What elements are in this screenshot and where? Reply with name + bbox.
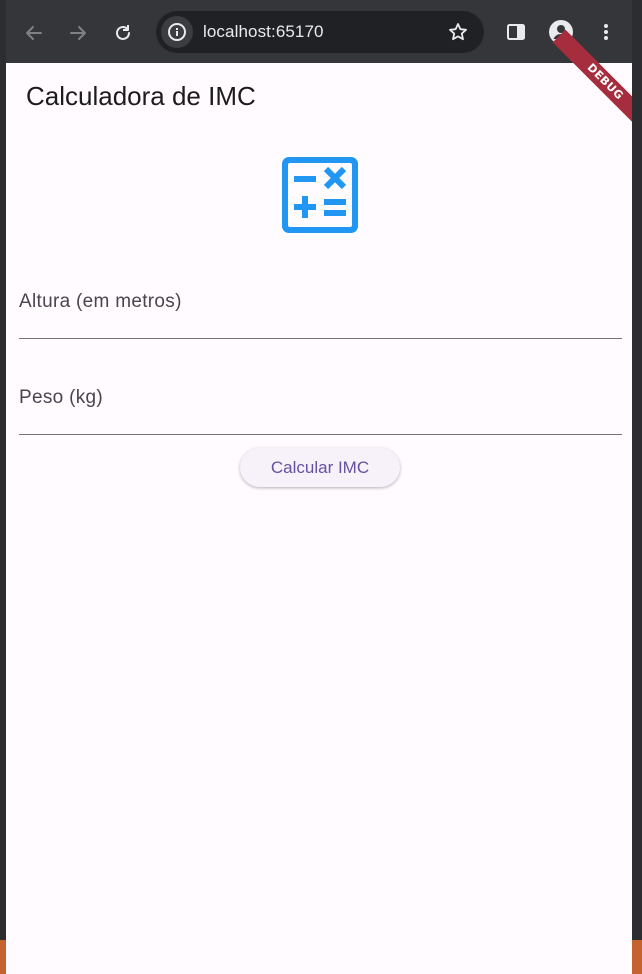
- reload-button[interactable]: [107, 17, 139, 49]
- background-status-bar-right: [632, 940, 642, 974]
- site-info-button[interactable]: [161, 16, 193, 48]
- forward-button[interactable]: [62, 17, 94, 49]
- back-button[interactable]: [18, 17, 50, 49]
- side-panel-button[interactable]: [503, 19, 529, 45]
- address-bar[interactable]: localhost:65170: [156, 11, 484, 53]
- app-page: Calculadora de IMC DEBUG Altura (em metr…: [6, 29, 632, 974]
- background-window-strip-right: [632, 0, 642, 974]
- reload-icon: [116, 25, 130, 40]
- more-vert-icon: [604, 24, 608, 40]
- browser-window: localhost:65170 Calculadora de IMC DEBUG…: [6, 0, 632, 974]
- browser-toolbar: localhost:65170: [6, 0, 632, 63]
- height-field[interactable]: Altura (em metros): [19, 281, 622, 339]
- side-panel-icon: [507, 24, 525, 40]
- weight-field[interactable]: Peso (kg): [19, 377, 622, 435]
- arrow-left-icon: [26, 26, 42, 40]
- url-text[interactable]: localhost:65170: [203, 22, 324, 42]
- weight-input[interactable]: [19, 377, 622, 434]
- info-icon: [168, 23, 186, 41]
- bookmark-star-icon[interactable]: [448, 22, 468, 42]
- browser-menu-button[interactable]: [593, 19, 619, 45]
- calculate-icon: [282, 157, 358, 233]
- height-input[interactable]: [19, 281, 622, 338]
- calculate-button[interactable]: Calcular IMC: [240, 448, 400, 487]
- arrow-right-icon: [70, 26, 86, 40]
- app-title: Calculadora de IMC: [26, 81, 256, 111]
